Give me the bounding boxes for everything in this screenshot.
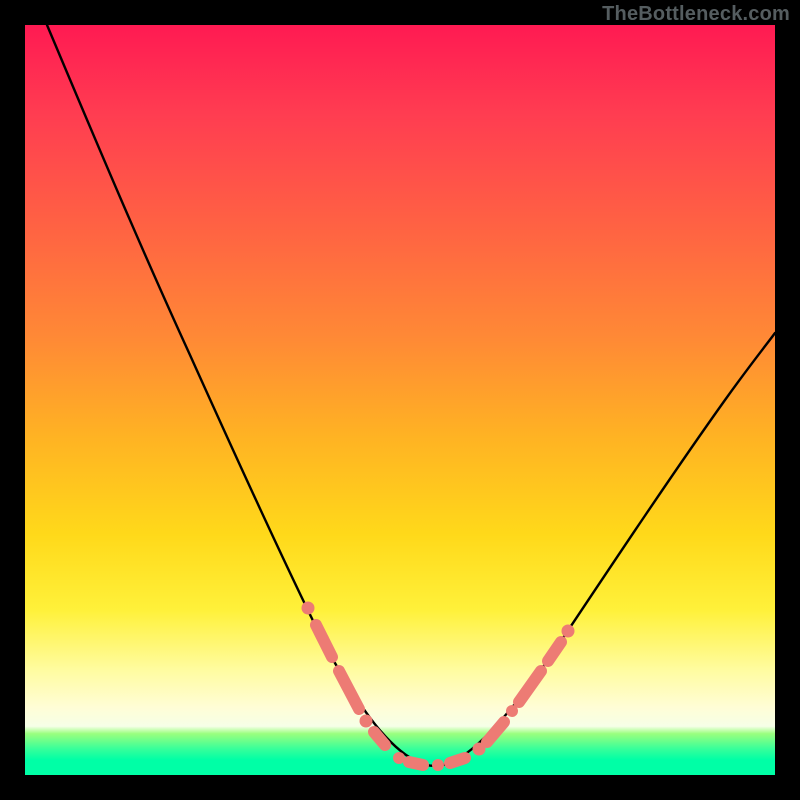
marker-dot [432,759,444,771]
marker-segment [519,671,541,702]
chart-frame [25,25,775,775]
marker-segment [409,762,423,765]
watermark-text: TheBottleneck.com [602,3,790,26]
marker-segment [450,758,465,763]
marker-segment [374,732,385,745]
marker-segment [487,722,504,742]
bottleneck-curve [47,25,775,766]
marker-segment [548,642,561,661]
marker-dot [360,715,373,728]
marker-segment [339,671,359,709]
marker-dot [562,625,575,638]
chart-svg [25,25,775,775]
marker-segment [316,625,332,657]
marker-dot [302,602,315,615]
